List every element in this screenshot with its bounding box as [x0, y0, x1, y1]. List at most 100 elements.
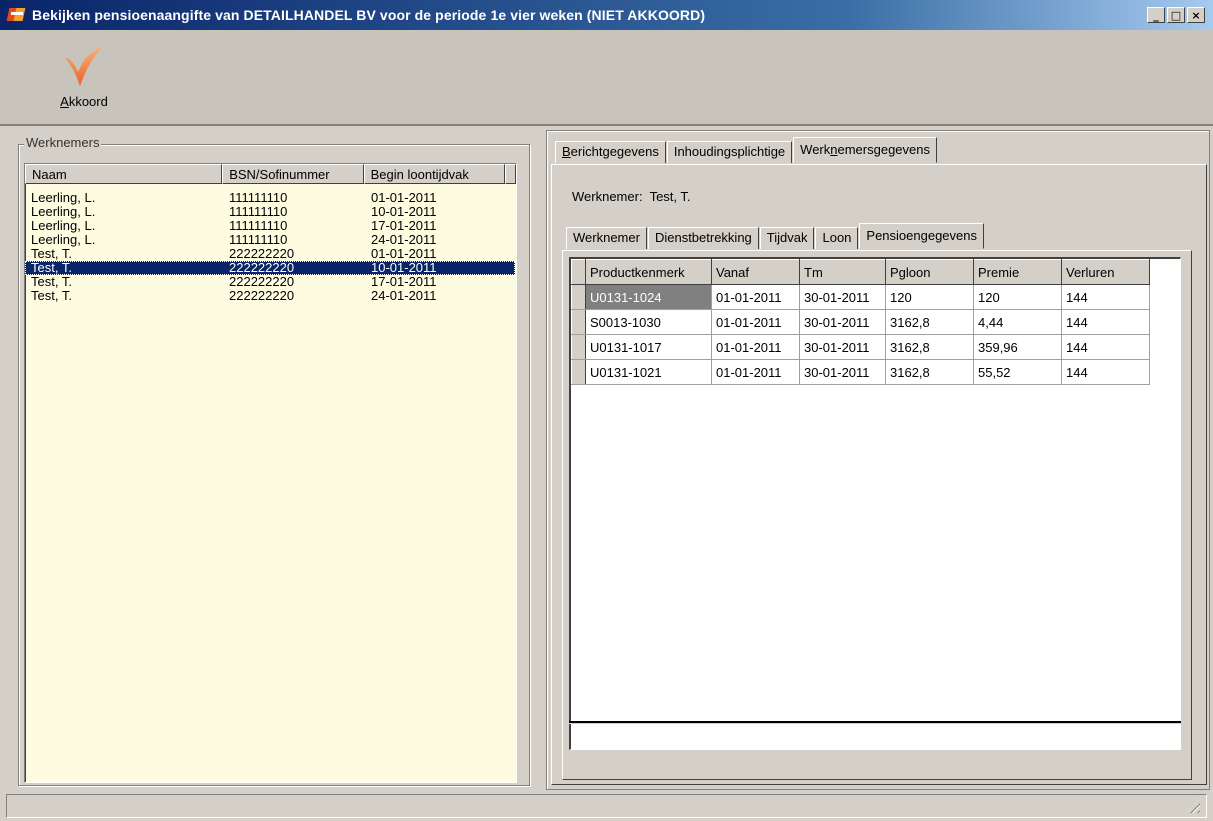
- column-header-begin[interactable]: Begin loontijdvak: [363, 164, 506, 184]
- grid-body: U0131-1024 01-01-2011 30-01-2011 120 120 144 S…: [571, 284, 1150, 385]
- table-cell-tm[interactable]: 30-01-2011: [799, 334, 886, 360]
- app-icon: [6, 6, 26, 24]
- table-row[interactable]: S0013-1030 01-01-2011 30-01-2011 3162,8 4,44…: [571, 309, 1150, 335]
- pensioengegevens-page: Productkenmerk Vanaf Tm Pgloon Premie Ve…: [562, 250, 1192, 780]
- table-row[interactable]: U0131-1021 01-01-2011 30-01-2011 3162,8 55,5…: [571, 359, 1150, 385]
- table-cell-verluren[interactable]: 144: [1061, 359, 1150, 385]
- close-button[interactable]: ×: [1187, 7, 1205, 23]
- list-item[interactable]: Leerling, L. 111111110 10-01-2011: [25, 205, 515, 219]
- window-title: Bekijken pensioenaangifte van DETAILHAND…: [32, 7, 706, 23]
- pension-table: Productkenmerk Vanaf Tm Pgloon Premie Ve…: [571, 259, 1150, 385]
- tab-werknemersgegevens[interactable]: Werknemersgegevens: [793, 137, 937, 163]
- list-item[interactable]: Test, T. 222222220 24-01-2011: [25, 289, 515, 303]
- maximize-button[interactable]: □: [1167, 7, 1185, 23]
- akkoord-label: Akkoord: [60, 94, 108, 109]
- column-header-vanaf[interactable]: Vanaf: [711, 259, 800, 285]
- list-item[interactable]: Test, T. 222222220 17-01-2011: [25, 275, 515, 289]
- title-bar: Bekijken pensioenaangifte van DETAILHAND…: [0, 0, 1213, 30]
- begin-date-cell: 17-01-2011: [371, 274, 437, 289]
- column-header-naam[interactable]: Naam: [25, 164, 223, 184]
- table-cell-pgloon[interactable]: 3162,8: [885, 359, 974, 385]
- column-header-verluren[interactable]: Verluren: [1061, 259, 1150, 285]
- tab-tijdvak[interactable]: Tijdvak: [759, 227, 815, 249]
- table-cell-premie[interactable]: 120: [973, 284, 1062, 310]
- list-body: Leerling, L. 111111110 01-01-2011 Leerling,…: [25, 184, 516, 303]
- tab-inhoudingsplichtige[interactable]: Inhoudingsplichtige: [666, 141, 793, 163]
- column-header-tm[interactable]: Tm: [799, 259, 886, 285]
- inner-tabstrip: Werknemer Dienstbetrekking Tijdvak Loon …: [566, 223, 985, 249]
- werknemers-group-title: Werknemers: [24, 135, 102, 150]
- grid-footer-line: [569, 721, 1181, 723]
- bsn-cell: 111111110: [229, 232, 288, 247]
- row-indicator[interactable]: [571, 334, 586, 360]
- employee-label: Werknemer: Test, T.: [572, 189, 691, 204]
- tab-dienstbetrekking[interactable]: Dienstbetrekking: [647, 227, 759, 249]
- table-cell-premie[interactable]: 55,52: [973, 359, 1062, 385]
- begin-date-cell: 01-01-2011: [371, 246, 437, 261]
- table-cell-premie[interactable]: 359,96: [973, 334, 1062, 360]
- list-item[interactable]: Leerling, L. 111111110 24-01-2011: [25, 233, 515, 247]
- column-header-productkenmerk[interactable]: Productkenmerk: [585, 259, 712, 285]
- bsn-cell: 222222220: [229, 274, 295, 289]
- tab-berichtgegevens[interactable]: Berichtgegevens: [555, 141, 666, 163]
- table-cell-productkenmerk[interactable]: S0013-1030: [585, 309, 712, 335]
- row-indicator[interactable]: [571, 309, 586, 335]
- list-item[interactable]: Test, T. 222222220 10-01-2011: [25, 261, 515, 275]
- begin-date-cell: 17-01-2011: [371, 218, 437, 233]
- list-header: Naam BSN/Sofinummer Begin loontijdvak: [25, 164, 516, 184]
- werknemersgegevens-page: Werknemer: Test, T. Werknemer Dienstbetr…: [551, 164, 1207, 785]
- table-cell-pgloon[interactable]: 3162,8: [885, 334, 974, 360]
- table-cell-productkenmerk[interactable]: U0131-1017: [585, 334, 712, 360]
- table-cell-premie[interactable]: 4,44: [973, 309, 1062, 335]
- bsn-cell: 222222220: [229, 246, 295, 261]
- list-item[interactable]: Leerling, L. 111111110 17-01-2011: [25, 219, 515, 233]
- employee-name-cell: Leerling, L.: [31, 204, 96, 219]
- resize-grip-icon[interactable]: [1186, 799, 1200, 813]
- column-header-bsn[interactable]: BSN/Sofinummer: [222, 164, 364, 184]
- tab-werknemer[interactable]: Werknemer: [566, 227, 647, 249]
- table-cell-productkenmerk[interactable]: U0131-1021: [585, 359, 712, 385]
- row-indicator-header: [571, 259, 586, 285]
- row-indicator[interactable]: [571, 359, 586, 385]
- minimize-button[interactable]: _: [1147, 7, 1165, 23]
- table-cell-vanaf[interactable]: 01-01-2011: [711, 359, 800, 385]
- begin-date-cell: 24-01-2011: [371, 288, 437, 303]
- werknemers-list[interactable]: Naam BSN/Sofinummer Begin loontijdvak Le…: [24, 163, 517, 783]
- column-header-pgloon[interactable]: Pgloon: [885, 259, 974, 285]
- table-cell-vanaf[interactable]: 01-01-2011: [711, 334, 800, 360]
- table-cell-tm[interactable]: 30-01-2011: [799, 309, 886, 335]
- tab-pensioengegevens[interactable]: Pensioengegevens: [859, 223, 984, 249]
- table-row[interactable]: U0131-1024 01-01-2011 30-01-2011 120 120 144: [571, 284, 1150, 310]
- table-cell-productkenmerk[interactable]: U0131-1024: [585, 284, 712, 310]
- table-row[interactable]: U0131-1017 01-01-2011 30-01-2011 3162,8 359,…: [571, 334, 1150, 360]
- table-cell-vanaf[interactable]: 01-01-2011: [711, 309, 800, 335]
- details-panel: Berichtgegevens Inhoudingsplichtige Werk…: [546, 130, 1210, 790]
- bsn-cell: 111111110: [229, 218, 288, 233]
- akkoord-button[interactable]: Akkoord: [44, 44, 124, 120]
- table-cell-pgloon[interactable]: 120: [885, 284, 974, 310]
- table-cell-verluren[interactable]: 144: [1061, 309, 1150, 335]
- begin-date-cell: 10-01-2011: [371, 260, 437, 275]
- bsn-cell: 222222220: [229, 260, 295, 275]
- row-indicator[interactable]: [571, 284, 586, 310]
- column-header-filler: [505, 164, 516, 184]
- table-cell-pgloon[interactable]: 3162,8: [885, 309, 974, 335]
- grid-header-row: Productkenmerk Vanaf Tm Pgloon Premie Ve…: [571, 259, 1150, 285]
- table-cell-vanaf[interactable]: 01-01-2011: [711, 284, 800, 310]
- bsn-cell: 111111110: [229, 190, 288, 205]
- tab-loon[interactable]: Loon: [815, 227, 859, 249]
- employee-name-cell: Test, T.: [31, 246, 72, 261]
- list-item[interactable]: Leerling, L. 111111110 01-01-2011: [25, 191, 515, 205]
- column-header-premie[interactable]: Premie: [973, 259, 1062, 285]
- toolbar: Akkoord: [0, 30, 1213, 126]
- begin-date-cell: 24-01-2011: [371, 232, 437, 247]
- table-cell-tm[interactable]: 30-01-2011: [799, 284, 886, 310]
- begin-date-cell: 01-01-2011: [371, 190, 437, 205]
- list-item[interactable]: Test, T. 222222220 01-01-2011: [25, 247, 515, 261]
- table-cell-verluren[interactable]: 144: [1061, 334, 1150, 360]
- employee-name-cell: Test, T.: [31, 288, 72, 303]
- table-cell-verluren[interactable]: 144: [1061, 284, 1150, 310]
- table-cell-tm[interactable]: 30-01-2011: [799, 359, 886, 385]
- pension-grid[interactable]: Productkenmerk Vanaf Tm Pgloon Premie Ve…: [569, 257, 1181, 723]
- employee-name-cell: Leerling, L.: [31, 218, 96, 233]
